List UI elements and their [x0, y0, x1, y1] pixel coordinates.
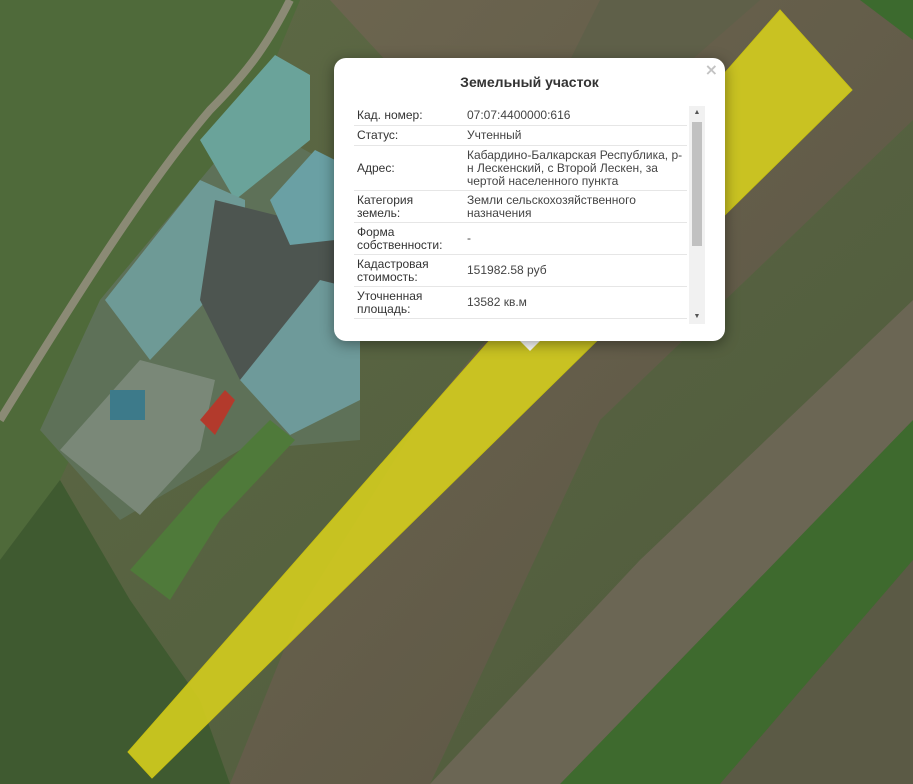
row-value: Земли сельскохозяйственного назначения — [460, 190, 687, 223]
table-row: Кадастровая стоимость: 151982.58 руб — [354, 254, 687, 287]
scroll-up-arrow-icon[interactable]: ▲ — [689, 106, 705, 120]
table-row: Уточненная площадь: 13582 кв.м — [354, 286, 687, 319]
parcel-info-table: Кад. номер: 07:07:4400000:616 Статус: Уч… — [354, 106, 687, 319]
satellite-map[interactable]: × Земельный участок Кад. номер: 07:07:44… — [0, 0, 913, 784]
row-key: Адрес: — [354, 145, 460, 191]
row-value: 151982.58 руб — [460, 254, 687, 287]
row-value: 13582 кв.м — [460, 286, 687, 319]
row-value: 07:07:4400000:616 — [460, 106, 687, 126]
row-key: Форма собственности: — [354, 222, 460, 255]
table-row: Форма собственности: - — [354, 222, 687, 255]
row-value: Кабардино-Балкарская Республика, р-н Лес… — [460, 145, 687, 191]
popup-scrollbar[interactable]: ▲ ▼ — [689, 106, 705, 324]
row-key: Уточненная площадь: — [354, 286, 460, 319]
row-value: Учтенный — [460, 125, 687, 146]
table-row: Категория земель: Земли сельскохозяйстве… — [354, 190, 687, 223]
table-row: Статус: Учтенный — [354, 125, 687, 146]
row-key: Кадастровая стоимость: — [354, 254, 460, 287]
scroll-thumb[interactable] — [692, 122, 702, 246]
table-row: Кад. номер: 07:07:4400000:616 — [354, 106, 687, 126]
row-value: - — [460, 222, 687, 255]
table-row: Адрес: Кабардино-Балкарская Республика, … — [354, 145, 687, 191]
row-key: Категория земель: — [354, 190, 460, 223]
scroll-down-arrow-icon[interactable]: ▼ — [689, 310, 705, 324]
row-key: Кад. номер: — [354, 106, 460, 126]
popup-body[interactable]: Кад. номер: 07:07:4400000:616 Статус: Уч… — [354, 106, 705, 324]
parcel-info-popup: × Земельный участок Кад. номер: 07:07:44… — [334, 58, 725, 341]
popup-title: Земельный участок — [460, 74, 599, 90]
row-key: Статус: — [354, 125, 460, 146]
